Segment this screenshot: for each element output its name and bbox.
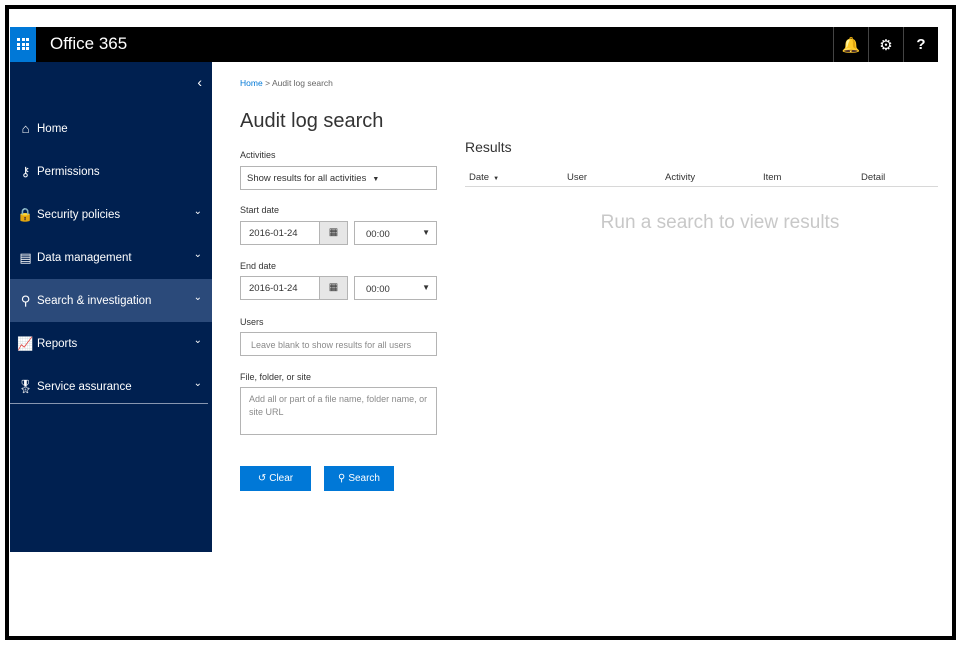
file-folder-site-label: File, folder, or site (240, 372, 312, 382)
clear-button[interactable]: ↺ Clear (240, 466, 311, 491)
search-button[interactable]: ⚲ Search (324, 466, 394, 491)
sidebar-item-home[interactable]: ⌂ Home (10, 107, 212, 150)
sidebar-item-permissions[interactable]: ⚷ Permissions (10, 150, 212, 193)
column-header-date[interactable]: Date ▼ (469, 172, 499, 183)
breadcrumb-current: Audit log search (271, 78, 333, 88)
bell-icon[interactable]: 🔔 (833, 27, 868, 62)
permissions-icon: ⚷ (20, 163, 31, 179)
activities-label: Activities (240, 150, 276, 160)
app-launcher-button[interactable] (10, 27, 36, 62)
breadcrumb-home-link[interactable]: Home (240, 78, 263, 88)
calendar-icon[interactable]: ▦ (319, 276, 348, 300)
ribbon-icon: 🎖 (17, 378, 34, 394)
column-header-item[interactable]: Item (763, 172, 781, 183)
users-label: Users (240, 317, 264, 327)
activities-select[interactable]: Show results for all activities ▼ (240, 166, 437, 190)
caret-down-icon: ▼ (422, 283, 430, 292)
sidebar-item-service-assurance[interactable]: 🎖 Service assurance ⌄ (10, 365, 212, 408)
column-header-detail[interactable]: Detail (861, 172, 885, 183)
results-table-header: Date ▼ User Activity Item Detail (465, 170, 938, 187)
breadcrumb-separator: > (265, 78, 271, 88)
main-content: Home > Audit log search Audit log search… (212, 62, 938, 622)
calendar-icon[interactable]: ▦ (319, 221, 348, 245)
clear-button-label: Clear (269, 473, 294, 484)
start-time-select[interactable]: 00:00 ▼ (354, 221, 437, 245)
breadcrumb: Home > Audit log search (240, 78, 333, 88)
start-time-value: 00:00 (366, 229, 390, 240)
chevron-down-icon[interactable]: ⌄ (194, 206, 202, 217)
start-date-label: Start date (240, 205, 280, 215)
chevron-down-icon[interactable]: ⌄ (194, 292, 202, 303)
waffle-icon (17, 38, 29, 50)
end-time-value: 00:00 (366, 284, 390, 295)
help-icon[interactable]: ? (903, 27, 938, 62)
caret-down-icon: ▼ (372, 176, 380, 183)
end-date-input[interactable]: 2016-01-24 (240, 276, 319, 300)
empty-results-message: Run a search to view results (600, 212, 840, 233)
sidebar-item-label: Search & investigation (37, 294, 152, 307)
top-bar: Office 365 🔔 ⚙ ? (10, 27, 938, 62)
sidebar-divider (10, 403, 208, 404)
top-icons: 🔔 ⚙ ? (833, 27, 938, 62)
column-header-activity[interactable]: Activity (665, 172, 695, 183)
start-date-input[interactable]: 2016-01-24 (240, 221, 319, 245)
nav-list: ⌂ Home ⚷ Permissions 🔒 Security policies… (10, 107, 212, 408)
sidebar-item-label: Security policies (37, 208, 121, 221)
sidebar-item-search-investigation[interactable]: ⚲ Search & investigation ⌄ (10, 279, 212, 322)
undo-icon: ↺ (257, 473, 267, 484)
activities-select-value: Show results for all activities (247, 173, 367, 184)
caret-down-icon: ▼ (422, 228, 430, 237)
results-title: Results (465, 139, 512, 155)
sidebar-item-label: Home (37, 122, 68, 135)
data-management-icon: ▤ (19, 249, 32, 265)
sidebar-item-reports[interactable]: 📈 Reports ⌄ (10, 322, 212, 365)
chevron-down-icon[interactable]: ⌄ (194, 335, 202, 346)
chevron-down-icon[interactable]: ⌄ (194, 378, 202, 389)
sidebar-item-security-policies[interactable]: 🔒 Security policies ⌄ (10, 193, 212, 236)
file-folder-site-input[interactable]: Add all or part of a file name, folder n… (240, 387, 437, 435)
gear-icon[interactable]: ⚙ (868, 27, 903, 62)
end-time-select[interactable]: 00:00 ▼ (354, 276, 437, 300)
chart-icon: 📈 (17, 335, 34, 351)
column-header-user[interactable]: User (567, 172, 587, 183)
column-header-label: Date (469, 172, 490, 183)
home-icon: ⌂ (21, 121, 30, 136)
users-input[interactable]: Leave blank to show results for all user… (240, 332, 437, 356)
sidebar: ‹ ⌂ Home ⚷ Permissions 🔒 Security polici… (10, 62, 212, 552)
sidebar-item-label: Reports (37, 337, 78, 350)
sidebar-item-label: Service assurance (37, 380, 132, 393)
sidebar-item-label: Data management (37, 251, 132, 264)
page-title: Audit log search (240, 110, 384, 132)
sidebar-item-label: Permissions (37, 165, 100, 178)
collapse-sidebar-icon[interactable]: ‹ (197, 74, 202, 90)
chevron-down-icon[interactable]: ⌄ (194, 249, 202, 260)
lock-icon: 🔒 (17, 206, 34, 222)
search-icon: ⚲ (20, 292, 31, 308)
search-button-label: Search (348, 473, 380, 484)
app-title[interactable]: Office 365 (50, 34, 127, 54)
search-icon: ⚲ (337, 473, 346, 484)
end-date-label: End date (240, 261, 277, 271)
sidebar-item-data-management[interactable]: ▤ Data management ⌄ (10, 236, 212, 279)
sort-down-icon: ▼ (493, 176, 500, 182)
